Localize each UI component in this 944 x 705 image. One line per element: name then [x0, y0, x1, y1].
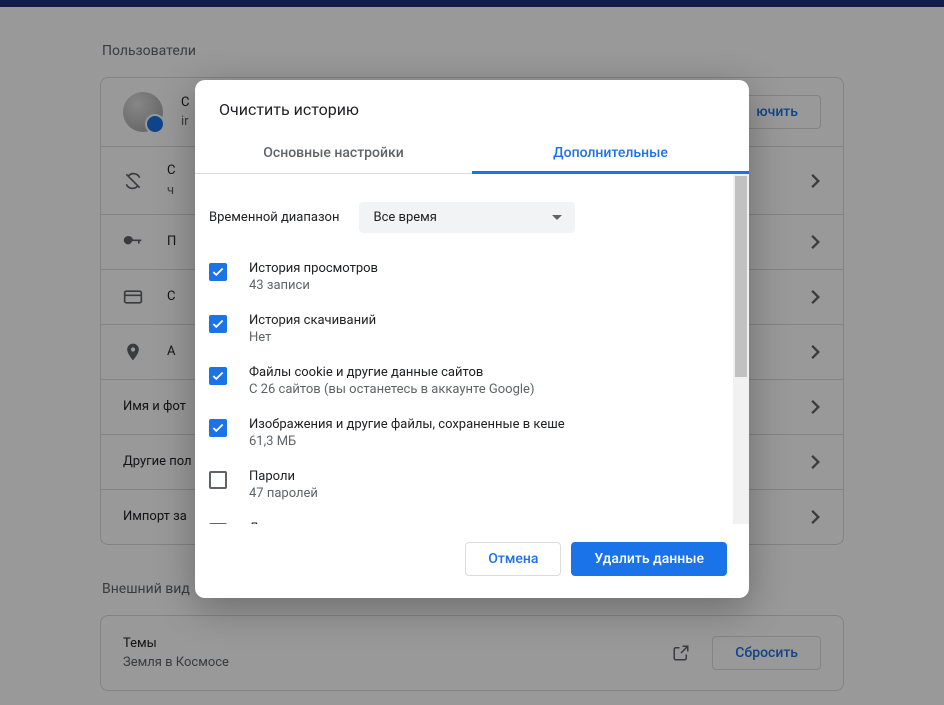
time-range-row: Временной диапазон Все время — [205, 184, 729, 251]
clear-option: История скачиваний Нет — [205, 303, 729, 355]
clear-option: Данные для автозаполнения — [205, 511, 729, 524]
option-title: Файлы cookie и другие данные сайтов — [249, 365, 534, 380]
checkbox[interactable] — [209, 263, 227, 281]
cancel-button[interactable]: Отмена — [465, 542, 561, 576]
tab-advanced[interactable]: Дополнительные — [472, 133, 749, 174]
scrollbar-thumb[interactable] — [735, 176, 747, 377]
option-subtitle: С 26 сайтов (вы останетесь в аккаунте Go… — [249, 382, 534, 397]
dialog-title: Очистить историю — [195, 80, 749, 133]
checkbox[interactable] — [209, 419, 227, 437]
option-title: Данные для автозаполнения — [249, 521, 427, 524]
option-title: История просмотров — [249, 261, 378, 276]
chevron-down-icon — [551, 214, 563, 222]
checkbox[interactable] — [209, 471, 227, 489]
option-title: Изображения и другие файлы, сохраненные … — [249, 417, 565, 432]
dialog-scrollbar[interactable] — [733, 174, 749, 524]
checkbox[interactable] — [209, 523, 227, 524]
dialog-scroll-area: Временной диапазон Все время История про… — [195, 174, 733, 524]
clear-option: Файлы cookie и другие данные сайтов С 26 … — [205, 355, 729, 407]
dialog-actions: Отмена Удалить данные — [195, 524, 749, 598]
checkbox[interactable] — [209, 367, 227, 385]
option-subtitle: 47 паролей — [249, 486, 318, 501]
clear-option: Изображения и другие файлы, сохраненные … — [205, 407, 729, 459]
checkbox[interactable] — [209, 315, 227, 333]
option-title: История скачиваний — [249, 313, 376, 328]
time-range-value: Все время — [373, 210, 436, 225]
option-subtitle: Нет — [249, 330, 376, 345]
time-range-select[interactable]: Все время — [359, 202, 575, 233]
tab-basic[interactable]: Основные настройки — [195, 133, 472, 174]
modal-scrim[interactable]: Очистить историю Основные настройки Допо… — [0, 0, 944, 705]
option-subtitle: 43 записи — [249, 278, 378, 293]
clear-option: История просмотров 43 записи — [205, 251, 729, 303]
delete-data-button[interactable]: Удалить данные — [571, 542, 727, 576]
clear-history-dialog: Очистить историю Основные настройки Допо… — [195, 80, 749, 598]
dialog-tabs: Основные настройки Дополнительные — [195, 133, 749, 174]
time-range-label: Временной диапазон — [209, 210, 339, 225]
option-title: Пароли — [249, 469, 318, 484]
clear-option: Пароли 47 паролей — [205, 459, 729, 511]
option-subtitle: 61,3 МБ — [249, 434, 565, 449]
